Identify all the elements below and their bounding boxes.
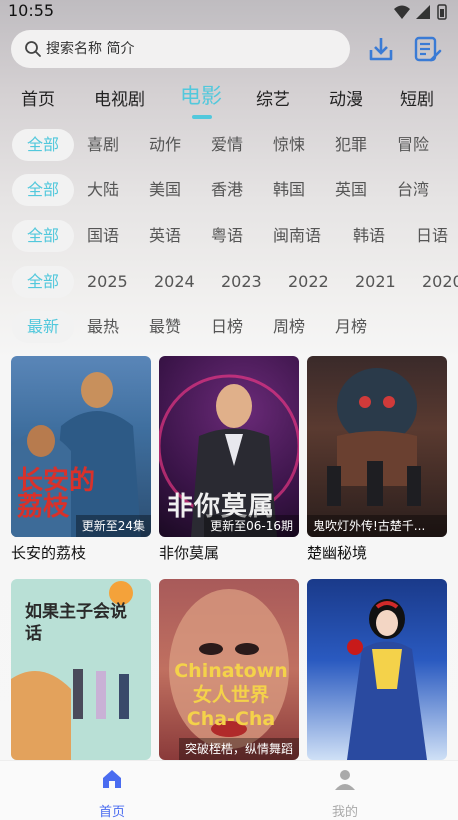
poster-image: 长安的荔枝 更新至24集 <box>11 356 151 537</box>
filter-row-genre: 全部 喜剧 动作 爱情 惊悚 犯罪 冒险 <box>0 129 458 161</box>
filter-row-region: 全部 大陆 美国 香港 韩国 英国 台湾 <box>0 174 458 206</box>
chip-sort[interactable]: 日榜 <box>211 311 243 343</box>
active-tab-indicator <box>192 115 212 119</box>
poster-image: 非你莫属 更新至06-16期 <box>159 356 299 537</box>
episode-badge: 更新至24集 <box>75 515 151 537</box>
chip-language[interactable]: 英语 <box>149 220 181 252</box>
wifi-icon <box>394 5 410 19</box>
card-title: 非你莫属 <box>159 544 220 562</box>
chip-region[interactable]: 韩国 <box>273 174 305 206</box>
tab-anime[interactable]: 动漫 <box>329 85 363 110</box>
card-title: 长安的荔枝 <box>11 544 87 562</box>
filter-row-year: 全部 2025 2024 2023 2022 2021 2020 <box>0 266 458 298</box>
poster-title-art: 长安的荔枝 <box>17 466 96 522</box>
tab-movie[interactable]: 电影 <box>180 80 222 110</box>
status-time: 10:55 <box>8 1 55 20</box>
search-icon <box>25 41 41 57</box>
chip-language[interactable]: 闽南语 <box>273 220 321 252</box>
chip-year[interactable]: 2021 <box>355 266 396 298</box>
chip-year[interactable]: 2022 <box>288 266 329 298</box>
chip-genre[interactable]: 喜剧 <box>87 129 119 161</box>
chip-genre[interactable]: 动作 <box>149 129 181 161</box>
tab-tv-series[interactable]: 电视剧 <box>94 85 145 110</box>
chip-year[interactable]: 2023 <box>221 266 262 298</box>
poster-art <box>327 368 421 506</box>
poster-art <box>347 599 427 760</box>
chip-year-all[interactable]: 全部 <box>12 266 74 298</box>
chip-region[interactable]: 美国 <box>149 174 181 206</box>
chip-genre[interactable]: 犯罪 <box>335 129 367 161</box>
home-icon <box>103 770 121 788</box>
chip-year[interactable]: 2024 <box>154 266 195 298</box>
chip-region-all[interactable]: 全部 <box>12 174 74 206</box>
signal-icon <box>416 5 430 19</box>
poster-image: 鬼吹灯外传!古楚千... <box>307 356 447 537</box>
chip-sort-latest[interactable]: 最新 <box>12 311 74 343</box>
chip-region[interactable]: 英国 <box>335 174 367 206</box>
bottom-nav-mine-label: 我的 <box>331 805 358 820</box>
chip-language[interactable]: 国语 <box>87 220 119 252</box>
search-input[interactable] <box>46 41 326 57</box>
chip-genre-all[interactable]: 全部 <box>12 129 74 161</box>
poster-image: Chinatown 女人世界 Cha-Cha 突破桎梏，纵情舞蹈 <box>159 579 299 760</box>
bottom-nav: 首页 我的 <box>0 760 458 820</box>
status-icons <box>394 4 447 20</box>
episode-badge: 鬼吹灯外传!古楚千... <box>307 515 447 537</box>
filter-row-sort: 最新 最热 最赞 日榜 周榜 月榜 <box>0 311 458 343</box>
download-icon[interactable] <box>366 34 396 64</box>
status-bar: 10:55 <box>0 0 458 24</box>
tab-home[interactable]: 首页 <box>21 85 55 110</box>
filter-row-language: 全部 国语 英语 粤语 闽南语 韩语 日语 <box>0 220 458 252</box>
chip-sort[interactable]: 最赞 <box>149 311 181 343</box>
chip-language-all[interactable]: 全部 <box>12 220 74 252</box>
search-box[interactable] <box>11 30 350 68</box>
bottom-nav-home-label: 首页 <box>98 805 125 820</box>
user-icon <box>335 770 355 790</box>
chip-sort[interactable]: 月榜 <box>335 311 367 343</box>
chip-language[interactable]: 粤语 <box>211 220 243 252</box>
history-list-icon[interactable] <box>412 34 442 64</box>
chip-year[interactable]: 2025 <box>87 266 128 298</box>
episode-badge: 突破桎梏，纵情舞蹈 <box>178 738 299 760</box>
poster-image <box>307 579 447 760</box>
bottom-nav-home[interactable]: 首页 <box>82 767 142 820</box>
chip-region[interactable]: 大陆 <box>87 174 119 206</box>
chip-region[interactable]: 台湾 <box>397 174 429 206</box>
bottom-nav-mine[interactable]: 我的 <box>315 767 375 820</box>
chip-year[interactable]: 2020 <box>422 266 458 298</box>
chip-sort[interactable]: 最热 <box>87 311 119 343</box>
chip-language[interactable]: 日语 <box>416 220 448 252</box>
chip-region[interactable]: 香港 <box>211 174 243 206</box>
chip-genre[interactable]: 冒险 <box>397 129 429 161</box>
tab-short-drama[interactable]: 短剧 <box>400 85 434 110</box>
chip-sort[interactable]: 周榜 <box>273 311 305 343</box>
episode-badge: 更新至06-16期 <box>204 515 299 537</box>
poster-title-art: Chinatown 女人世界 Cha-Cha <box>174 660 288 730</box>
card-title: 楚幽秘境 <box>307 544 368 562</box>
poster-title-art: 如果主子会说话 <box>25 602 127 644</box>
category-tabs: 首页 电视剧 电影 综艺 动漫 短剧 <box>0 80 458 120</box>
poster-image: 如果主子会说话 <box>11 579 151 760</box>
tab-variety[interactable]: 综艺 <box>256 85 290 110</box>
chip-genre[interactable]: 惊悚 <box>273 129 305 161</box>
chip-genre[interactable]: 爱情 <box>211 129 243 161</box>
chip-language[interactable]: 韩语 <box>353 220 385 252</box>
